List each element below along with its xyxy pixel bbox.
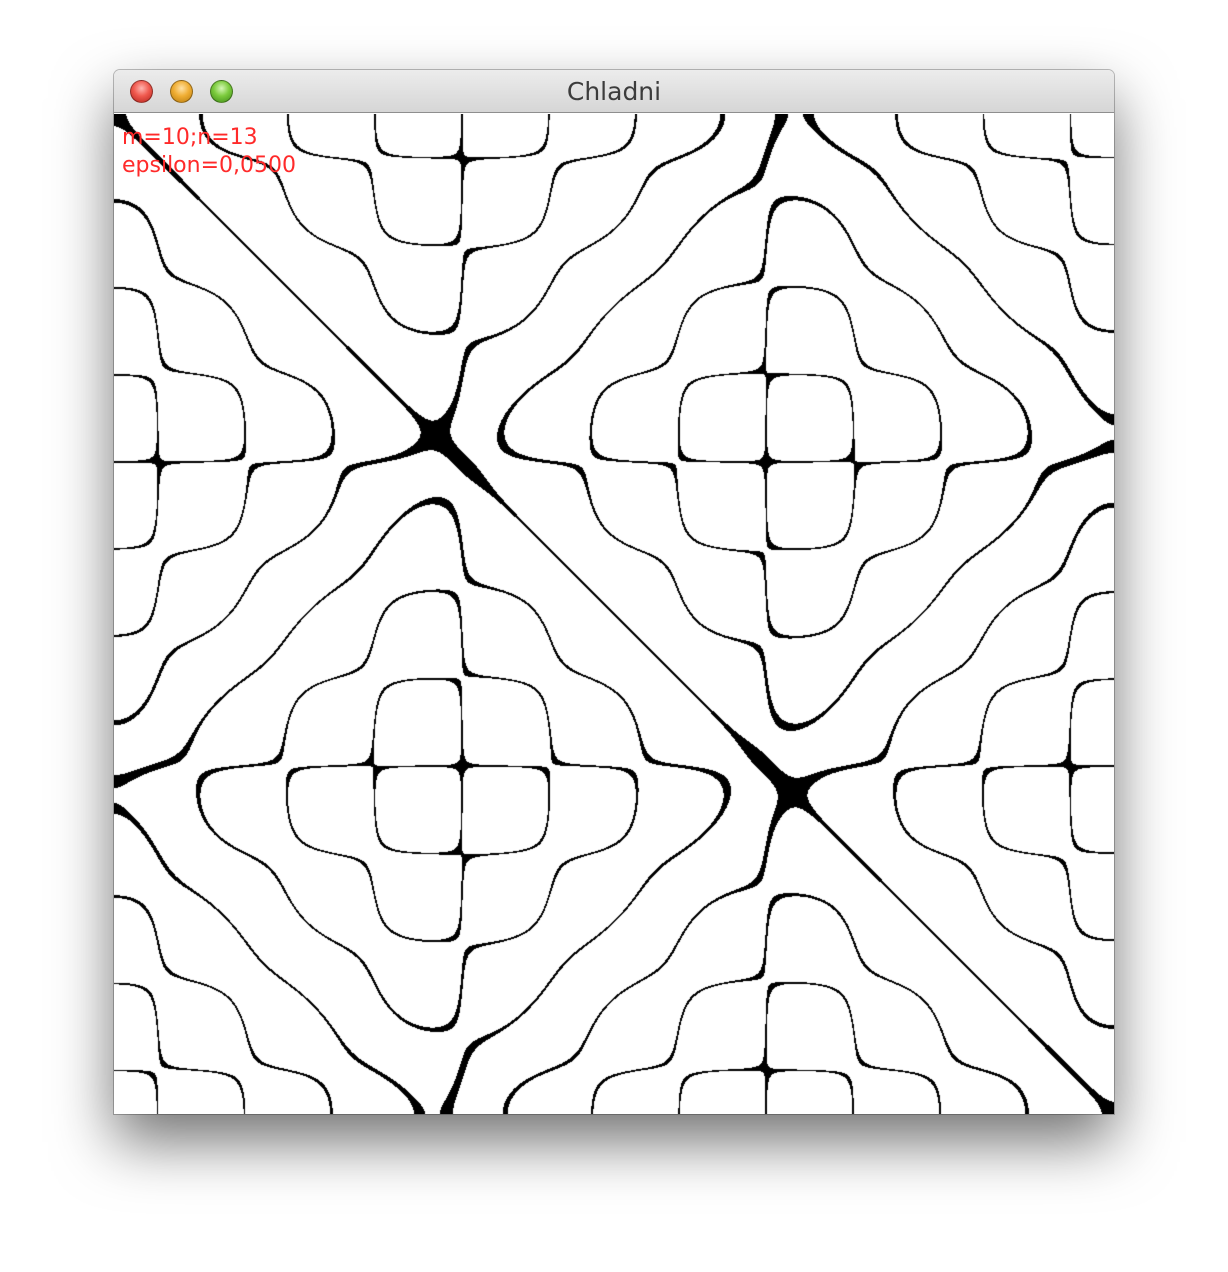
app-window: Chladni m=10;n=13 epsilon=0,0500 bbox=[114, 70, 1114, 1114]
mode-parameters-label: m=10;n=13 bbox=[122, 125, 258, 150]
chladni-canvas-area: m=10;n=13 epsilon=0,0500 bbox=[114, 114, 1114, 1114]
epsilon-label: epsilon=0,0500 bbox=[122, 153, 297, 178]
title-bar[interactable]: Chladni bbox=[114, 70, 1114, 113]
window-title: Chladni bbox=[566, 77, 662, 106]
chladni-pattern bbox=[114, 114, 1114, 1114]
